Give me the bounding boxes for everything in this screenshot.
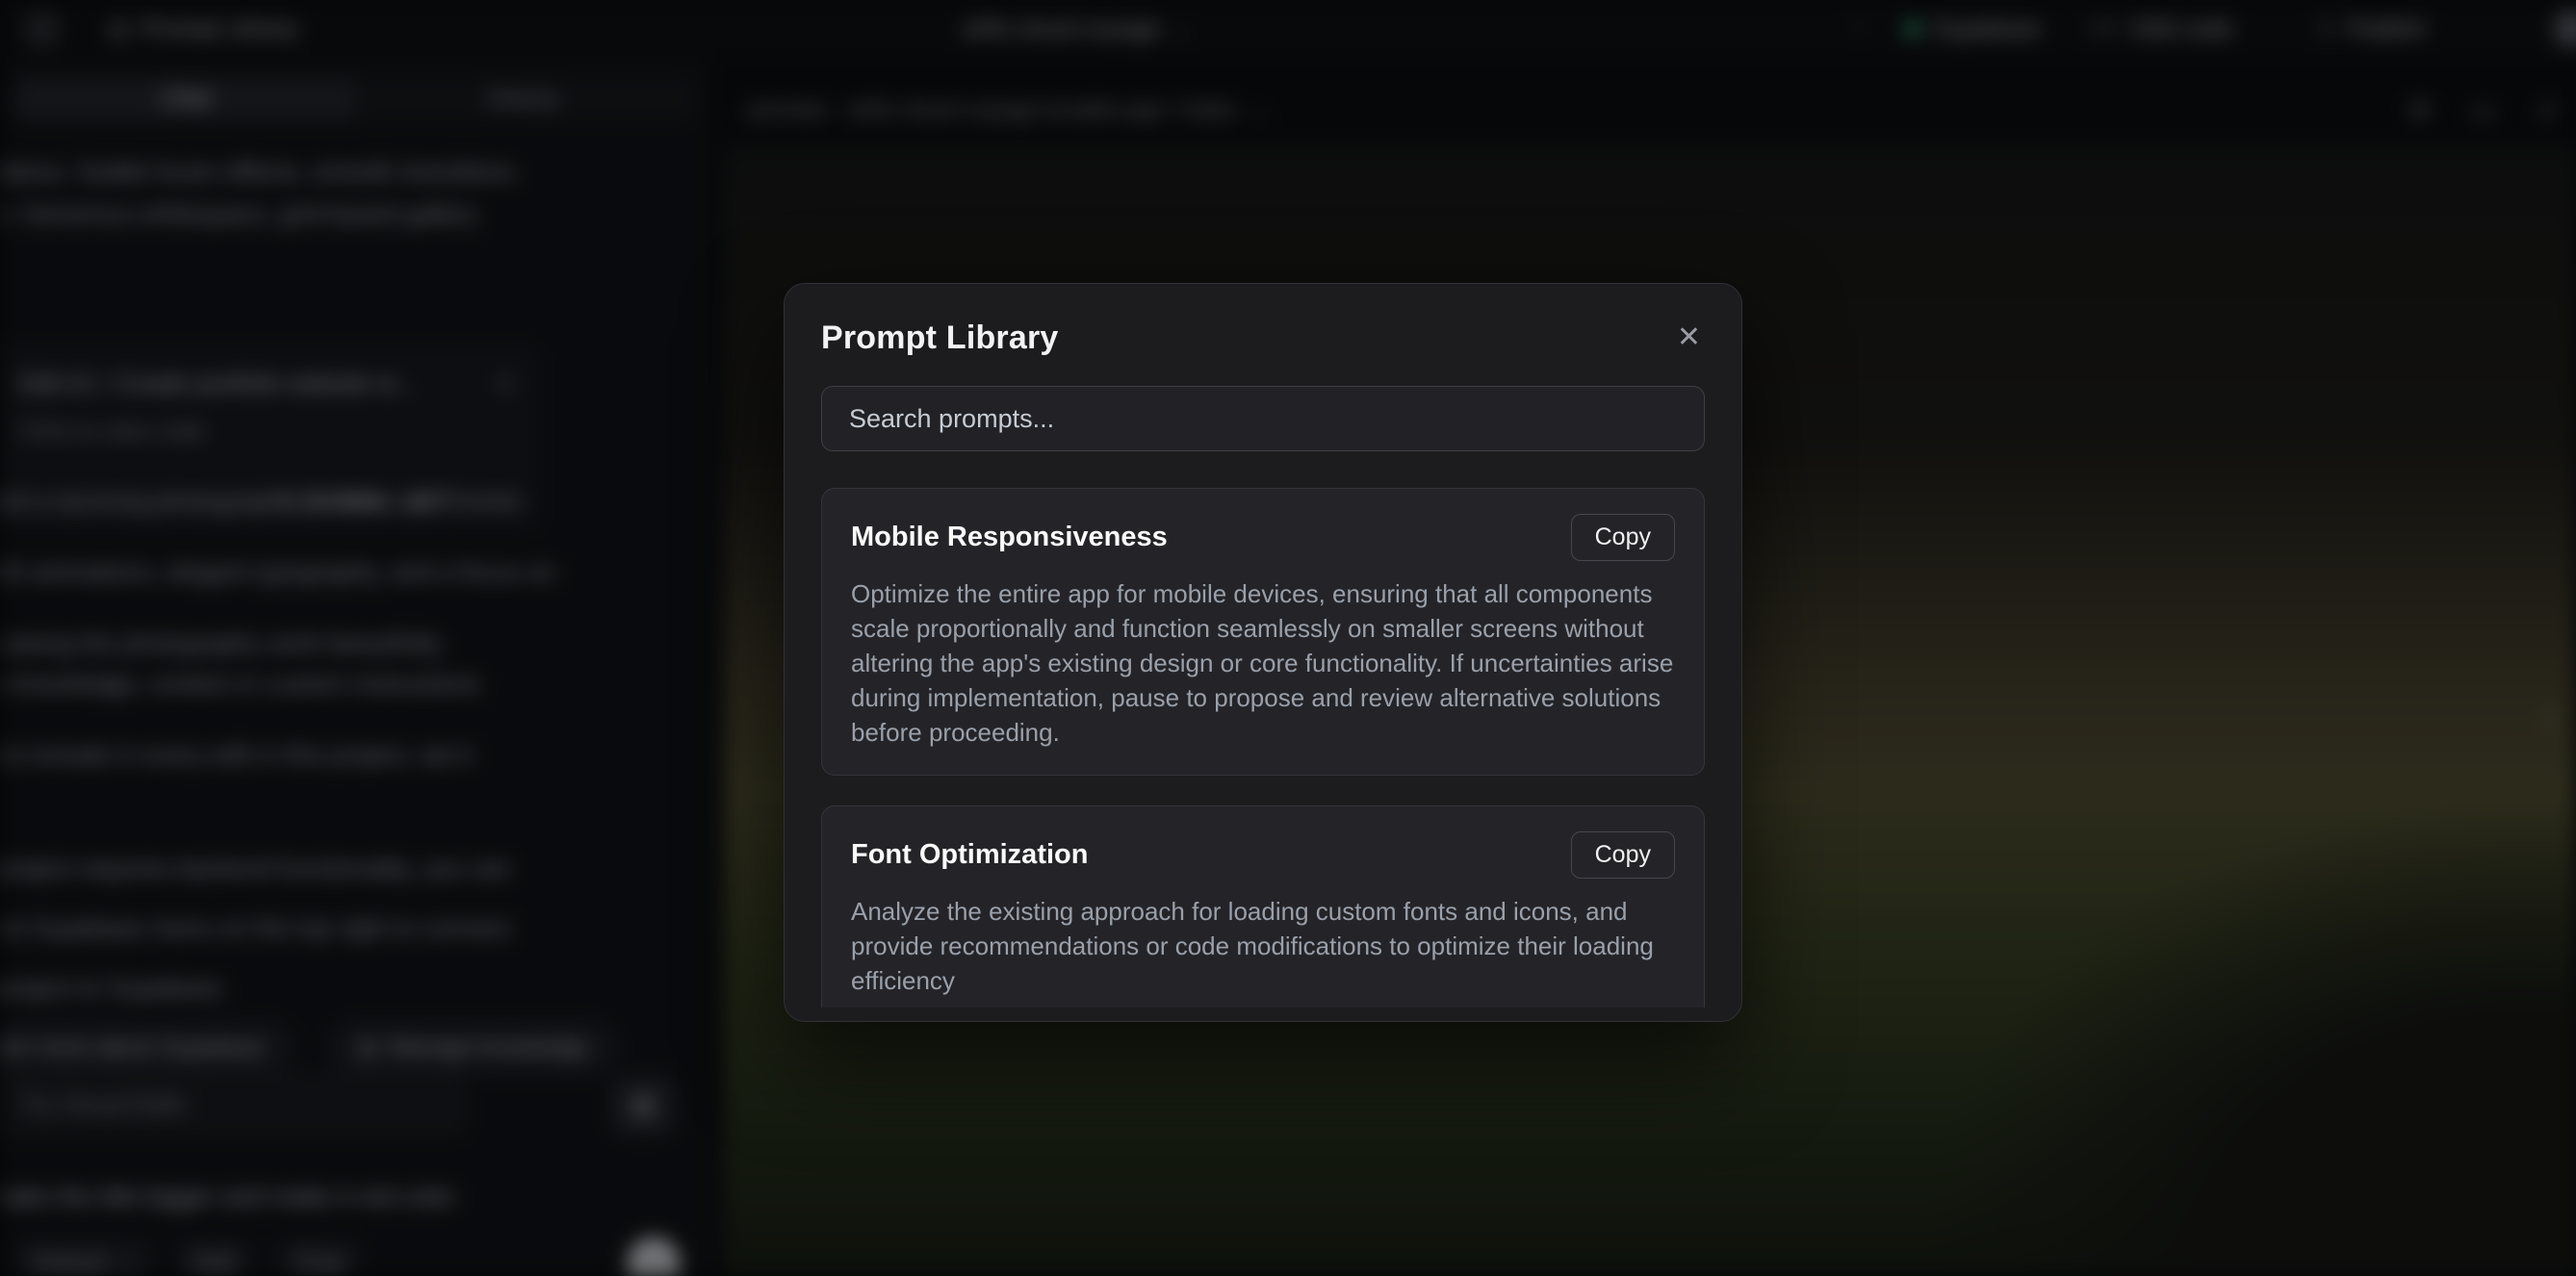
prompt-card-mobile-responsiveness: Mobile Responsiveness Copy Optimize the …: [821, 488, 1705, 776]
prompt-title: Mobile Responsiveness: [851, 514, 1168, 553]
prompt-body: Optimize the entire app for mobile devic…: [851, 576, 1675, 750]
copy-button[interactable]: Copy: [1571, 514, 1675, 561]
copy-button[interactable]: Copy: [1571, 831, 1675, 879]
search-input[interactable]: [821, 386, 1705, 451]
close-icon[interactable]: ✕: [1673, 319, 1705, 356]
prompt-card-font-optimization: Font Optimization Copy Analyze the exist…: [821, 805, 1705, 1008]
prompt-list: Mobile Responsiveness Copy Optimize the …: [821, 488, 1705, 1008]
screen: ▤ Prompt Library arflo-cloud-voyage ⌄ ◔ …: [0, 0, 2576, 1276]
prompt-title: Font Optimization: [851, 831, 1088, 871]
prompt-body: Analyze the existing approach for loadin…: [851, 894, 1675, 998]
dialog-title: Prompt Library: [821, 319, 1059, 357]
prompt-library-dialog: Prompt Library ✕ Mobile Responsiveness C…: [784, 283, 1742, 1022]
